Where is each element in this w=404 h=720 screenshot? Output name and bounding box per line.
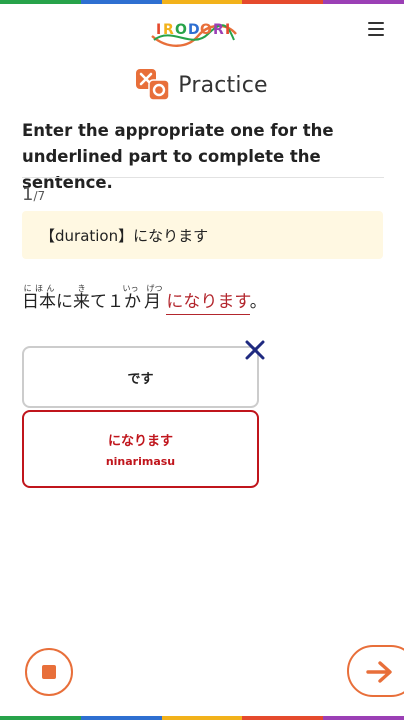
sentence-word: 日本にほん bbox=[22, 284, 56, 312]
svg-text:O: O bbox=[175, 22, 187, 38]
choice-label: です bbox=[127, 371, 154, 387]
svg-text:I: I bbox=[225, 22, 230, 38]
underlined-answer: になります bbox=[166, 292, 250, 315]
hint-box: 【duration】になります bbox=[22, 211, 383, 259]
progress-total: /7 bbox=[33, 189, 46, 203]
bottom-rainbow-bar bbox=[0, 716, 404, 720]
choice-label: になります bbox=[107, 434, 173, 449]
sentence-word: か月いっ げつ bbox=[122, 284, 163, 312]
question-progress: 1/7 bbox=[22, 184, 45, 205]
sentence-word: 来き bbox=[73, 284, 90, 312]
sentence-text: て１ bbox=[90, 292, 124, 312]
next-button[interactable] bbox=[347, 645, 404, 697]
stop-icon bbox=[42, 665, 56, 679]
svg-text:D: D bbox=[188, 22, 200, 38]
divider bbox=[22, 177, 384, 178]
sentence-text: に bbox=[56, 292, 73, 312]
svg-text:R: R bbox=[213, 22, 224, 38]
question-sentence: 日本にほんに来きて１か月いっ げつ になります。 bbox=[22, 284, 267, 315]
question-instruction: Enter the appropriate one for the underl… bbox=[22, 121, 334, 192]
svg-text:O: O bbox=[200, 22, 212, 38]
progress-current: 1 bbox=[22, 184, 34, 205]
page-title-row: Practice bbox=[0, 68, 404, 102]
app-header: I R O D O R I bbox=[0, 4, 404, 56]
page-title: Practice bbox=[178, 72, 268, 98]
arrow-right-icon bbox=[366, 661, 392, 683]
practice-x-o-icon bbox=[136, 69, 170, 101]
svg-text:I: I bbox=[156, 22, 161, 38]
irodori-logo[interactable]: I R O D O R I bbox=[148, 14, 240, 52]
wrong-x-icon bbox=[245, 340, 265, 360]
sentence-end: 。 bbox=[249, 292, 267, 312]
hint-text: 【duration】になります bbox=[40, 226, 209, 245]
choice-romaji: ninarimasu bbox=[105, 455, 176, 468]
svg-text:R: R bbox=[163, 22, 174, 38]
hamburger-menu-icon[interactable] bbox=[368, 22, 384, 36]
stop-button[interactable] bbox=[25, 648, 73, 696]
choice-option-ninarimasu[interactable]: になります ninarimasu bbox=[22, 410, 259, 488]
choice-option-desu[interactable]: です bbox=[22, 346, 259, 408]
